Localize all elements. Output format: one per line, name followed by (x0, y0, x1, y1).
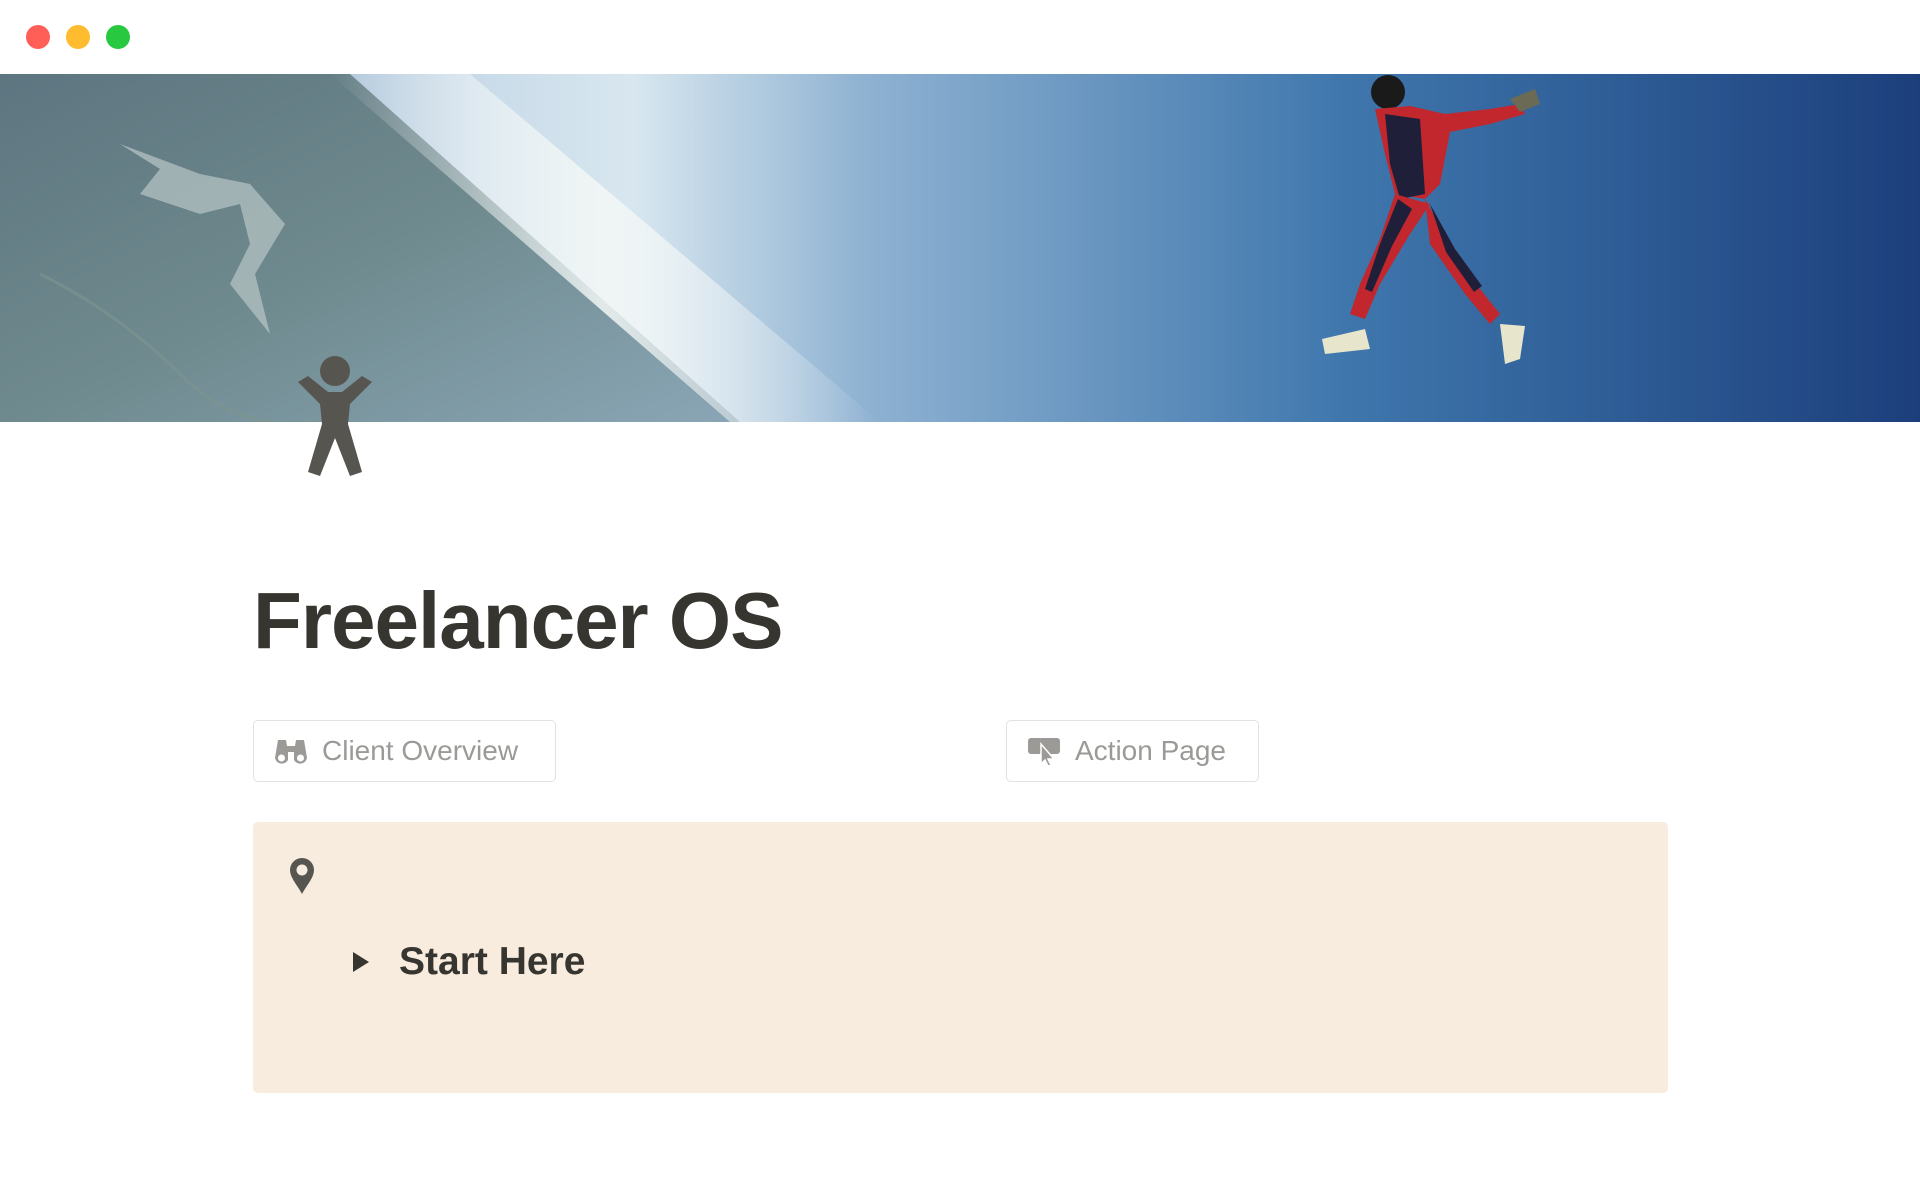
maximize-window-button[interactable] (106, 25, 130, 49)
page-cover-image[interactable] (0, 74, 1920, 422)
page-title[interactable]: Freelancer OS (253, 575, 783, 667)
pointer-click-icon (1027, 736, 1061, 767)
toggle-triangle-icon[interactable] (353, 952, 369, 972)
client-overview-link[interactable]: Client Overview (253, 720, 556, 782)
client-overview-label: Client Overview (322, 735, 519, 766)
binoculars-icon (274, 736, 308, 766)
minimize-window-button[interactable] (66, 25, 90, 49)
map-pin-icon[interactable] (287, 856, 317, 896)
close-window-button[interactable] (26, 25, 50, 49)
person-standing-glyph (298, 356, 372, 476)
action-page-label: Action Page (1075, 735, 1226, 766)
person-standing-icon[interactable] (290, 352, 380, 482)
title-bar (0, 0, 1920, 74)
callout-block[interactable]: Start Here (253, 822, 1668, 1093)
toggle-label: Start Here (399, 940, 586, 983)
action-page-link[interactable]: Action Page (1006, 720, 1259, 782)
start-here-toggle[interactable]: Start Here (353, 940, 585, 984)
notion-window: Freelancer OS Client Overview Action Pag… (0, 0, 1920, 1200)
skydiver-cover-illustration (0, 74, 1920, 422)
